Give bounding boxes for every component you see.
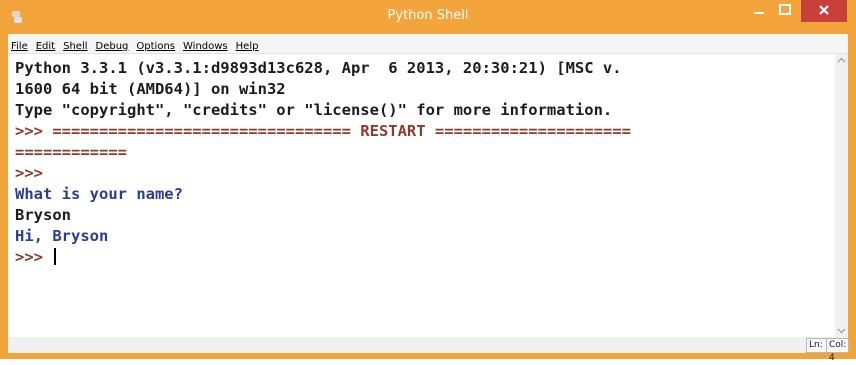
prompt-line: >>> xyxy=(15,164,43,182)
menu-bar: File Edit Shell Debug Options Windows Help xyxy=(8,34,848,54)
column-number-indicator: Col: 4 xyxy=(826,338,850,363)
active-prompt-line[interactable]: >>> xyxy=(15,247,57,267)
input-line: Bryson xyxy=(15,206,71,224)
python-shell-window: Python Shell File Edit Shell Debug Options Wi… xyxy=(0,0,856,363)
text-cursor xyxy=(54,248,57,265)
output-line: Hi, Bryson xyxy=(15,227,109,245)
minimize-icon xyxy=(754,12,764,14)
shell-line: Python 3.3.1 (v3.3.1:d9893d13c628, Apr 6… xyxy=(15,59,622,77)
minimize-button[interactable] xyxy=(746,0,772,22)
shell-line: 1600 64 bit (AMD64)] on win32 xyxy=(15,80,286,98)
prompt-text: >>> xyxy=(15,248,53,266)
close-button[interactable] xyxy=(801,0,847,22)
status-bar: Ln: 8 Col: 4 xyxy=(8,337,850,363)
scroll-up-icon[interactable] xyxy=(835,54,848,67)
restart-line: >>> ================================ RES… xyxy=(15,122,631,140)
shell-line: Type "copyright", "credits" or "license(… xyxy=(15,101,613,119)
close-icon xyxy=(819,5,829,15)
scroll-down-icon[interactable] xyxy=(835,324,848,337)
output-line: What is your name? xyxy=(15,185,183,203)
maximize-icon xyxy=(779,4,791,15)
shell-text-area[interactable]: Python 3.3.1 (v3.3.1:d9893d13c628, Apr 6… xyxy=(8,54,835,337)
vertical-scrollbar[interactable] xyxy=(835,54,848,337)
maximize-button[interactable] xyxy=(772,0,798,22)
restart-line: ============ xyxy=(15,143,127,161)
title-bar[interactable]: Python Shell xyxy=(0,0,856,34)
window-title: Python Shell xyxy=(387,8,469,23)
